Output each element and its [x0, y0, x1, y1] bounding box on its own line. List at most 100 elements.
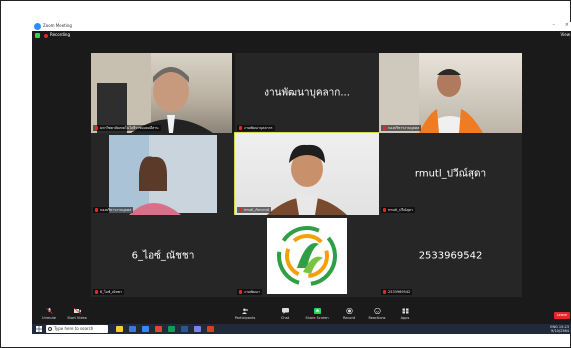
participant-name: rmutl_ภัทรภรณ์	[244, 208, 270, 212]
video-camera-off-icon	[73, 308, 81, 314]
zoom-icon[interactable]	[142, 326, 149, 332]
participant-name: 6_ไอซ์_ณัชชา	[100, 290, 122, 294]
window-title: Zoom Meeting	[43, 23, 72, 28]
participant-display-name: rmutl_ปวีณ์สุดา	[414, 168, 487, 180]
video-tile[interactable]: งานพัฒนา	[235, 215, 379, 297]
organization-logo-icon	[277, 226, 337, 286]
participants-button[interactable]: Participants	[232, 308, 258, 320]
clock-date: 9/10/2564	[551, 328, 569, 333]
participant-name-bar: rmutl_ปวีณ์สุดา	[381, 207, 415, 213]
participant-name: งานพัฒนาบุคลากร	[244, 126, 273, 130]
participant-display-name: 6_ไอซ์_ณัชชา	[131, 250, 195, 262]
search-placeholder: Type here to search	[54, 326, 94, 331]
powerpoint-icon[interactable]	[207, 326, 214, 332]
chat-icon	[281, 308, 289, 314]
word-icon[interactable]	[181, 326, 188, 332]
windows-start-icon[interactable]	[36, 326, 42, 332]
record-button[interactable]: Record	[336, 308, 362, 320]
mic-muted-icon	[239, 208, 242, 212]
participant-display-name: งานพัฒนาบุคลาก...	[264, 87, 350, 99]
participant-name-bar: กองบริหารงานบุคคล	[93, 207, 134, 213]
participants-label: Participants	[234, 316, 256, 320]
mic-muted-icon	[239, 126, 242, 130]
close-icon[interactable]: ×	[565, 22, 569, 28]
share-screen-button[interactable]: Share Screen	[304, 308, 330, 320]
meeting-top-strip: Recording View	[32, 31, 571, 40]
record-label: Record	[342, 316, 356, 320]
video-tile[interactable]: กองบริหารงานบุคคล	[379, 53, 522, 133]
taskbar-apps	[116, 326, 214, 332]
participant-name-bar: กองบริหารงานบุคคล	[381, 125, 422, 131]
apps-label: Apps	[400, 316, 410, 320]
video-tile[interactable]: มหาวิทยาลัยเทคโนโลยีราชมงคลอีสาน	[91, 53, 232, 133]
apps-icon	[402, 308, 408, 314]
mic-muted-icon	[383, 126, 386, 130]
participant-name-bar: rmutl_ภัทรภรณ์	[237, 207, 272, 213]
participant-name: กองบริหารงานบุคคล	[388, 126, 420, 130]
leave-button[interactable]: Leave	[554, 312, 570, 319]
windows-taskbar: Type here to search ENG 15:23 9/10/2564	[32, 324, 571, 334]
security-shield-icon[interactable]	[35, 33, 40, 38]
share-screen-icon	[313, 308, 321, 314]
participant-name: rmutl_ปวีณ์สุดา	[388, 208, 413, 212]
participant-name-bar: 2533969542	[381, 289, 413, 295]
participant-name-bar: งานพัฒนา	[237, 289, 262, 295]
video-tile[interactable]: 6_ไอซ์_ณัชชา 6_ไอซ์_ณัชชา	[91, 215, 235, 297]
participant-video-icon	[109, 135, 217, 215]
participant-name: งานพัฒนา	[244, 290, 260, 294]
chat-button[interactable]: Chat	[272, 308, 298, 320]
participant-name-bar: 6_ไอซ์_ณัชชา	[93, 289, 124, 295]
minimize-icon[interactable]: –	[553, 22, 556, 28]
active-speaker-video-tile[interactable]: rmutl_ภัทรภรณ์	[234, 132, 380, 216]
chrome-icon[interactable]	[155, 326, 162, 332]
mic-muted-icon	[239, 290, 242, 294]
participant-name-bar: มหาวิทยาลัยเทคโนโลยีราชมงคลอีสาน	[93, 125, 161, 131]
view-button[interactable]: View	[561, 32, 571, 37]
recording-dot-icon	[44, 33, 48, 38]
mic-muted-icon	[95, 290, 98, 294]
zoom-logo-icon	[34, 23, 41, 30]
screenshot-frame: Zoom Meeting – × Recording View มหาวิทยา…	[0, 0, 571, 348]
reactions-button[interactable]: Reactions	[364, 308, 390, 320]
chat-label: Chat	[280, 316, 290, 320]
video-tile[interactable]: งานพัฒนาบุคลาก... งานพัฒนาบุคลากร	[235, 53, 379, 133]
taskbar-search-input[interactable]: Type here to search	[46, 325, 108, 333]
share-screen-label: Share Screen	[305, 316, 329, 320]
mic-muted-icon	[95, 126, 98, 130]
system-tray[interactable]: ENG 15:23 9/10/2564	[550, 325, 569, 333]
record-icon	[345, 308, 353, 314]
participant-display-name: 2533969542	[418, 250, 483, 262]
video-tile[interactable]: rmutl_ปวีณ์สุดา rmutl_ปวีณ์สุดา	[379, 133, 522, 215]
reactions-icon	[373, 308, 381, 314]
unmute-button[interactable]: Unmute	[36, 308, 62, 320]
start-video-label: Start Video	[67, 316, 87, 320]
participant-video-icon	[91, 53, 213, 133]
video-tile[interactable]: กองบริหารงานบุคคล	[91, 133, 235, 215]
start-video-button[interactable]: Start Video	[64, 308, 90, 320]
mic-muted-icon	[383, 208, 386, 212]
search-icon	[48, 327, 52, 331]
participant-video-icon	[267, 144, 347, 215]
participant-name: กองบริหารงานบุคคล	[100, 208, 132, 212]
excel-icon[interactable]	[168, 326, 175, 332]
zoom-window: Zoom Meeting – × Recording View มหาวิทยา…	[32, 22, 571, 334]
unmute-label: Unmute	[42, 316, 56, 320]
logo-video	[267, 218, 347, 294]
video-tile[interactable]: 2533969542 2533969542	[379, 215, 522, 297]
edge-icon[interactable]	[129, 326, 136, 332]
participant-name: มหาวิทยาลัยเทคโนโลยีราชมงคลอีสาน	[100, 126, 159, 130]
title-bar: Zoom Meeting – ×	[32, 22, 571, 31]
apps-button[interactable]: Apps	[392, 308, 418, 320]
participant-name: 2533969542	[388, 290, 411, 294]
participants-icon	[241, 308, 248, 314]
teams-icon[interactable]	[194, 326, 201, 332]
participant-name-bar: งานพัฒนาบุคลากร	[237, 125, 275, 131]
participant-video-icon	[379, 53, 483, 133]
recording-label: Recording	[50, 32, 71, 37]
meeting-toolbar: Unmute Start Video Participants Chat Sha…	[32, 307, 571, 324]
reactions-label: Reactions	[368, 316, 386, 320]
mic-muted-icon	[95, 208, 98, 212]
file-explorer-icon[interactable]	[116, 326, 123, 332]
mic-muted-icon	[45, 308, 53, 314]
mic-muted-icon	[383, 290, 386, 294]
